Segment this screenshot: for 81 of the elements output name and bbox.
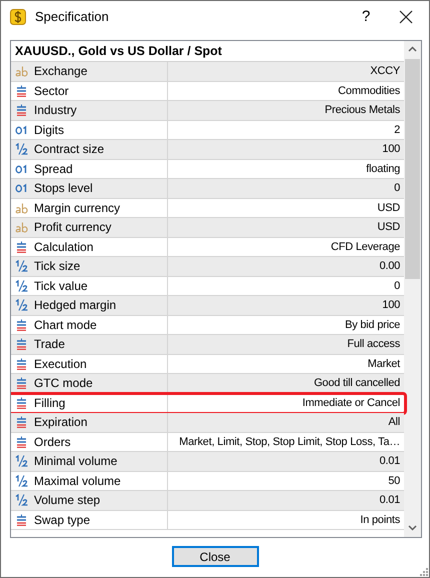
property-name: Chart mode — [34, 316, 97, 334]
property-value: 0.01 — [379, 493, 400, 508]
property-value: USD — [377, 220, 400, 235]
property-name: Execution — [34, 356, 87, 373]
property-name: Hedged margin — [34, 297, 116, 314]
fraction-type-icon — [15, 143, 29, 156]
list-type-icon — [15, 338, 29, 350]
list-type-icon — [15, 358, 29, 370]
property-value: Precious Metals — [324, 103, 400, 118]
property-name: Orders — [34, 434, 71, 451]
fraction-type-icon — [15, 280, 29, 292]
property-name: Swap type — [34, 512, 90, 529]
list-type-icon — [15, 416, 29, 428]
help-button[interactable]: ? — [351, 6, 381, 28]
property-value: 0 — [394, 278, 400, 294]
property-name: Industry — [34, 102, 77, 120]
property-name: Expiration — [34, 414, 88, 432]
list-type-icon — [15, 377, 29, 390]
list-type-icon — [15, 240, 29, 253]
text-type-icon — [15, 202, 29, 214]
property-name: Tick size — [34, 258, 80, 276]
list-type-icon — [15, 436, 29, 448]
property-name: Exchange — [34, 63, 88, 80]
property-value: All — [388, 415, 400, 430]
property-value: USD — [377, 200, 400, 216]
property-value: 0.00 — [379, 259, 400, 274]
list-type-icon — [15, 396, 29, 409]
property-value: By bid price — [344, 318, 400, 332]
text-type-icon — [15, 65, 29, 78]
fraction-type-icon — [15, 260, 29, 272]
property-value: CFD Leverage — [330, 240, 400, 254]
property-value: 2 — [394, 122, 400, 138]
list-type-icon — [15, 318, 29, 331]
property-value: 100 — [382, 142, 400, 157]
scroll-thumb[interactable] — [405, 59, 420, 279]
property-value: floating — [366, 162, 400, 176]
window-title: Specification — [35, 8, 109, 26]
property-value: Immediate or Cancel — [302, 396, 400, 410]
fraction-type-icon — [15, 474, 29, 487]
property-value: Full access — [347, 337, 400, 352]
scroll-up-icon[interactable] — [408, 46, 418, 52]
property-name: Volume step — [34, 492, 100, 510]
property-value: 0.01 — [379, 454, 400, 469]
integer-type-icon — [15, 124, 29, 136]
integer-type-icon — [15, 162, 29, 175]
property-value: Market, Limit, Stop, Stop Limit, Stop Loss, Ta… — [179, 434, 400, 450]
list-type-icon — [15, 104, 29, 116]
scroll-down-icon[interactable] — [408, 525, 418, 531]
property-name: GTC mode — [34, 375, 93, 392]
property-name: Tick value — [34, 278, 88, 295]
property-value: 50 — [388, 474, 400, 488]
property-value: Commodities — [338, 84, 400, 98]
resize-grip-icon[interactable] — [418, 566, 428, 576]
list-type-icon — [15, 514, 29, 526]
text-type-icon — [15, 221, 29, 234]
property-name: Calculation — [34, 238, 94, 256]
property-name: Maximal volume — [34, 472, 121, 490]
list-type-icon — [15, 84, 29, 97]
property-name: Margin currency — [34, 200, 120, 217]
close-button[interactable]: Close — [172, 546, 258, 567]
fraction-type-icon — [15, 494, 29, 506]
property-value: 0 — [394, 181, 400, 196]
property-name: Contract size — [34, 141, 104, 158]
property-name: Digits — [34, 122, 64, 139]
coin-icon — [10, 9, 26, 25]
property-name: Sector — [34, 82, 69, 100]
fraction-type-icon — [15, 299, 29, 312]
property-name: Minimal volume — [34, 453, 118, 470]
property-name: Profit currency — [34, 219, 112, 236]
property-name: Spread — [34, 160, 73, 178]
property-value: 100 — [382, 298, 400, 313]
property-value: XCCY — [370, 64, 400, 79]
property-value: In points — [360, 512, 400, 528]
property-name: Stops level — [34, 180, 93, 198]
property-name: Trade — [34, 336, 65, 354]
property-value: Good till cancelled — [314, 376, 400, 391]
property-name: Filling — [34, 394, 66, 412]
property-value: Market — [368, 356, 400, 372]
fraction-type-icon — [15, 455, 29, 468]
integer-type-icon — [15, 182, 29, 194]
scrollbar[interactable] — [404, 41, 421, 537]
